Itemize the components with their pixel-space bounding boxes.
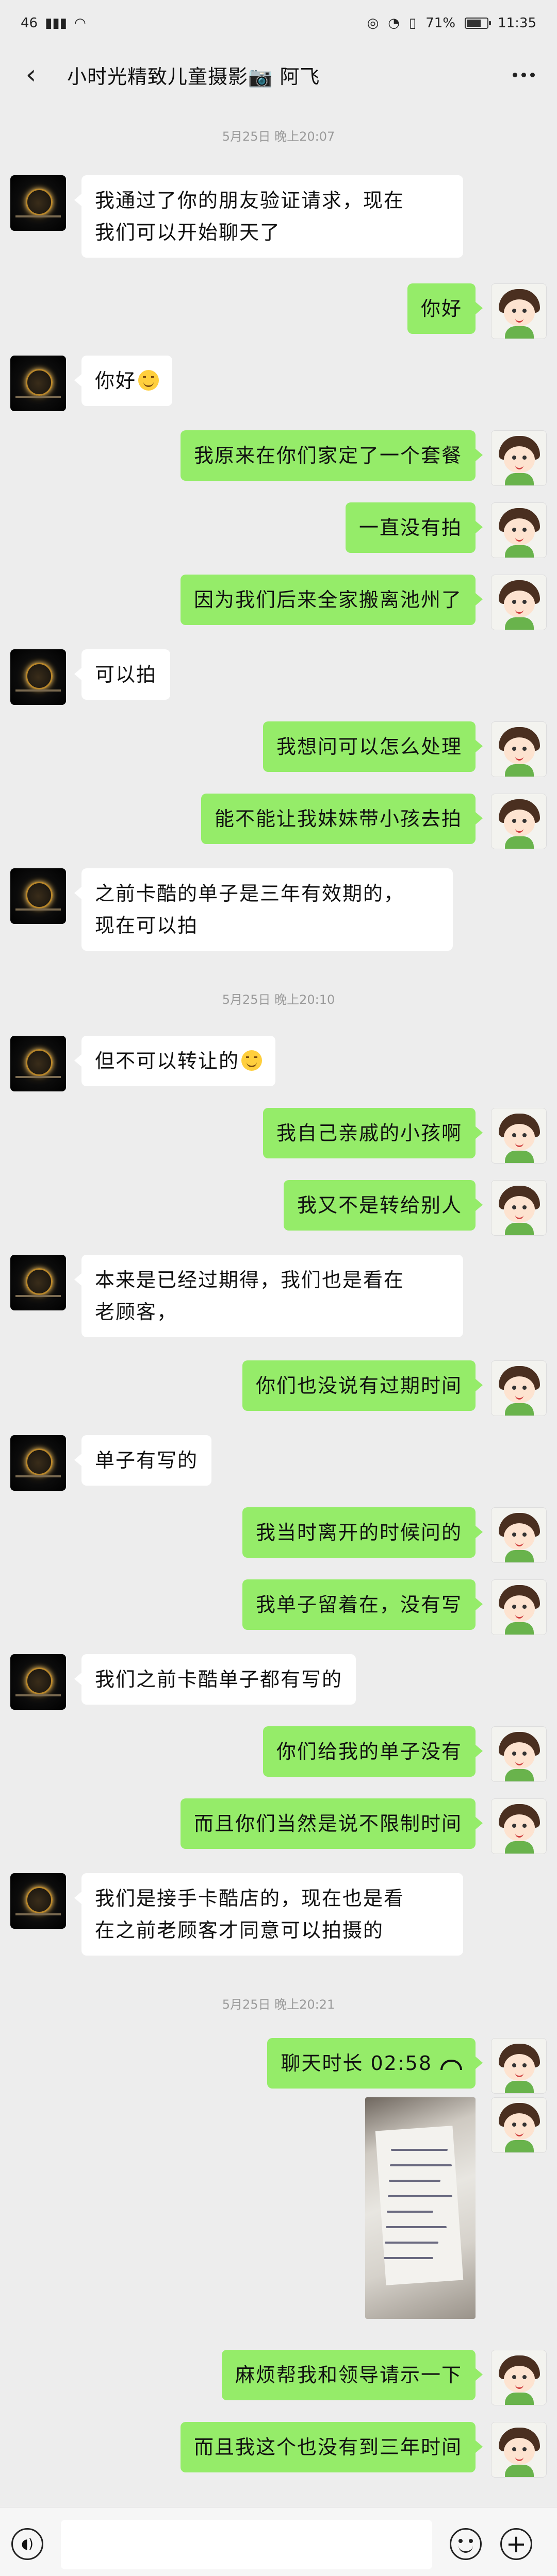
message-line: 现在可以拍 bbox=[95, 914, 199, 937]
battery-level bbox=[467, 20, 481, 27]
message-bubble-incoming[interactable]: 我通过了你的朋友验证请求，现在 我们可以开始聊天了 bbox=[74, 175, 463, 258]
wifi-icon: ◠ bbox=[74, 15, 86, 31]
my-avatar[interactable] bbox=[491, 2097, 547, 2153]
photo-text-line bbox=[386, 2226, 447, 2228]
contact-avatar[interactable] bbox=[10, 1654, 66, 1710]
message-bubble-incoming[interactable]: 单子有写的 bbox=[74, 1435, 212, 1486]
my-avatar[interactable] bbox=[491, 1180, 547, 1236]
message-bubble-outgoing[interactable]: 你们也没说有过期时间 bbox=[242, 1360, 483, 1411]
message-line: 我们是接手卡酷店的，现在也是看 bbox=[95, 1887, 405, 1910]
vibrate-icon: ▯ bbox=[408, 15, 417, 31]
message-line: 老顾客， bbox=[95, 1301, 178, 1323]
my-avatar[interactable] bbox=[491, 1579, 547, 1635]
message-input[interactable] bbox=[61, 2520, 432, 2569]
my-avatar[interactable] bbox=[491, 575, 547, 630]
contact-avatar[interactable] bbox=[10, 649, 66, 705]
message-bubble-incoming[interactable]: 之前卡酷的单子是三年有效期的， 现在可以拍 bbox=[74, 868, 453, 951]
battery-percent: 71% bbox=[425, 15, 456, 31]
message-bubble-outgoing[interactable]: 我当时离开的时候问的 bbox=[242, 1507, 483, 1558]
photo-text-line bbox=[385, 2242, 438, 2244]
message-bubble-outgoing[interactable]: 而且我这个也没有到三年时间 bbox=[180, 2422, 483, 2472]
status-bar-left: 46 ▮▮▮ ◠ bbox=[21, 15, 86, 31]
add-attachment-icon[interactable]: + bbox=[500, 2528, 532, 2560]
message-bubble-outgoing[interactable]: 我想问可以怎么处理 bbox=[263, 721, 483, 772]
my-avatar[interactable] bbox=[491, 502, 547, 558]
battery-icon bbox=[465, 18, 492, 29]
more-options-icon[interactable] bbox=[505, 59, 542, 90]
contact-avatar[interactable] bbox=[10, 1435, 66, 1491]
message-bubble-outgoing[interactable]: 我单子留着在，没有写 bbox=[242, 1579, 483, 1630]
contact-avatar[interactable] bbox=[10, 356, 66, 411]
message-bubble-outgoing[interactable]: 能不能让我妹妹带小孩去拍 bbox=[201, 794, 483, 844]
contact-avatar[interactable] bbox=[10, 1255, 66, 1310]
status-bar: 46 ▮▮▮ ◠ ◎ ◔ ▯ 71% 11:35 bbox=[0, 0, 557, 46]
my-avatar[interactable] bbox=[491, 1360, 547, 1416]
message-text: 你好 bbox=[95, 369, 137, 392]
headset-icon: ◎ bbox=[367, 15, 379, 31]
photo-text-line bbox=[384, 2257, 433, 2259]
message-bubble-outgoing[interactable]: 我自己亲戚的小孩啊 bbox=[263, 1108, 483, 1158]
timestamp: 5月25日 晚上20:21 bbox=[222, 1997, 335, 2012]
my-avatar[interactable] bbox=[491, 1798, 547, 1854]
message-line: 之前卡酷的单子是三年有效期的， bbox=[95, 882, 405, 905]
photo-text-line bbox=[387, 2211, 433, 2213]
message-bubble-outgoing[interactable]: 我原来在你们家定了一个套餐 bbox=[180, 430, 483, 481]
timestamp: 5月25日 晚上20:10 bbox=[222, 992, 335, 1007]
message-bubble-outgoing[interactable]: 而且你们当然是说不限制时间 bbox=[180, 1798, 483, 1849]
message-bubble-outgoing[interactable]: 一直没有拍 bbox=[345, 502, 483, 553]
alarm-icon: ◔ bbox=[388, 15, 400, 31]
photo-text-line bbox=[389, 2180, 440, 2182]
message-line: 我们可以开始聊天了 bbox=[95, 221, 281, 244]
my-avatar[interactable] bbox=[491, 2350, 547, 2405]
message-bubble-outgoing[interactable]: 你好 bbox=[407, 283, 483, 334]
signal-label: 46 bbox=[21, 15, 38, 31]
clock: 11:35 bbox=[498, 15, 536, 31]
message-bubble-outgoing[interactable]: 我又不是转给别人 bbox=[283, 1180, 483, 1231]
contact-avatar[interactable] bbox=[10, 1036, 66, 1091]
call-duration-text: 聊天时长 02:58 bbox=[281, 2052, 432, 2075]
voice-input-icon[interactable]: ◖) bbox=[11, 2528, 43, 2560]
message-bubble-incoming[interactable]: 我们之前卡酷单子都有写的 bbox=[74, 1654, 356, 1705]
message-bubble-incoming[interactable]: 本来是已经过期得，我们也是看在 老顾客， bbox=[74, 1255, 463, 1337]
message-line: 我通过了你的朋友验证请求，现在 bbox=[95, 189, 405, 212]
input-bar: ◖) + bbox=[0, 2507, 557, 2576]
phone-hangup-icon bbox=[440, 2059, 462, 2070]
status-bar-right: ◎ ◔ ▯ 71% 11:35 bbox=[367, 15, 536, 31]
my-avatar[interactable] bbox=[491, 794, 547, 849]
my-avatar[interactable] bbox=[491, 430, 547, 486]
my-avatar[interactable] bbox=[491, 721, 547, 777]
message-line: 本来是已经过期得，我们也是看在 bbox=[95, 1269, 405, 1291]
signal-icon: ▮▮▮ bbox=[45, 15, 68, 31]
my-avatar[interactable] bbox=[491, 2422, 547, 2478]
message-bubble-outgoing[interactable]: 你们给我的单子没有 bbox=[263, 1726, 483, 1777]
message-line: 在之前老顾客才同意可以拍摄的 bbox=[95, 1919, 384, 1942]
back-arrow-icon[interactable]: ‹ bbox=[15, 59, 46, 90]
timestamp: 5月25日 晚上20:07 bbox=[222, 129, 335, 144]
message-text: 但不可以转让的 bbox=[95, 1050, 240, 1072]
message-bubble-incoming[interactable]: 可以拍 bbox=[74, 649, 171, 700]
my-avatar[interactable] bbox=[491, 283, 547, 339]
call-duration-bubble[interactable]: 聊天时长 02:58 bbox=[267, 2038, 483, 2089]
message-bubble-incoming[interactable]: 你好 bbox=[74, 356, 173, 406]
message-bubble-outgoing[interactable]: 麻烦帮我和领导请示一下 bbox=[221, 2350, 483, 2400]
contact-avatar[interactable] bbox=[10, 868, 66, 924]
chat-title: 小时光精致儿童摄影📷 阿飞 bbox=[67, 65, 320, 88]
message-bubble-incoming[interactable]: 我们是接手卡酷店的，现在也是看 在之前老顾客才同意可以拍摄的 bbox=[74, 1873, 463, 1956]
photo-text-line bbox=[390, 2164, 452, 2166]
my-avatar[interactable] bbox=[491, 1507, 547, 1563]
my-avatar[interactable] bbox=[491, 1726, 547, 1782]
contact-avatar[interactable] bbox=[10, 175, 66, 231]
message-bubble-incoming[interactable]: 但不可以转让的 bbox=[74, 1036, 276, 1086]
my-avatar[interactable] bbox=[491, 2038, 547, 2094]
emoji-picker-icon[interactable] bbox=[450, 2528, 482, 2560]
my-avatar[interactable] bbox=[491, 1108, 547, 1164]
photo-text-line bbox=[388, 2195, 452, 2197]
message-bubble-outgoing[interactable]: 因为我们后来全家搬离池州了 bbox=[180, 575, 483, 625]
contact-avatar[interactable] bbox=[10, 1873, 66, 1929]
chat-header: ‹ 小时光精致儿童摄影📷 阿飞 bbox=[0, 46, 557, 103]
smile-emoji-icon bbox=[138, 370, 159, 391]
smile-emoji-icon bbox=[241, 1050, 263, 1071]
photo-text-line bbox=[391, 2149, 448, 2151]
image-message[interactable] bbox=[365, 2097, 476, 2319]
